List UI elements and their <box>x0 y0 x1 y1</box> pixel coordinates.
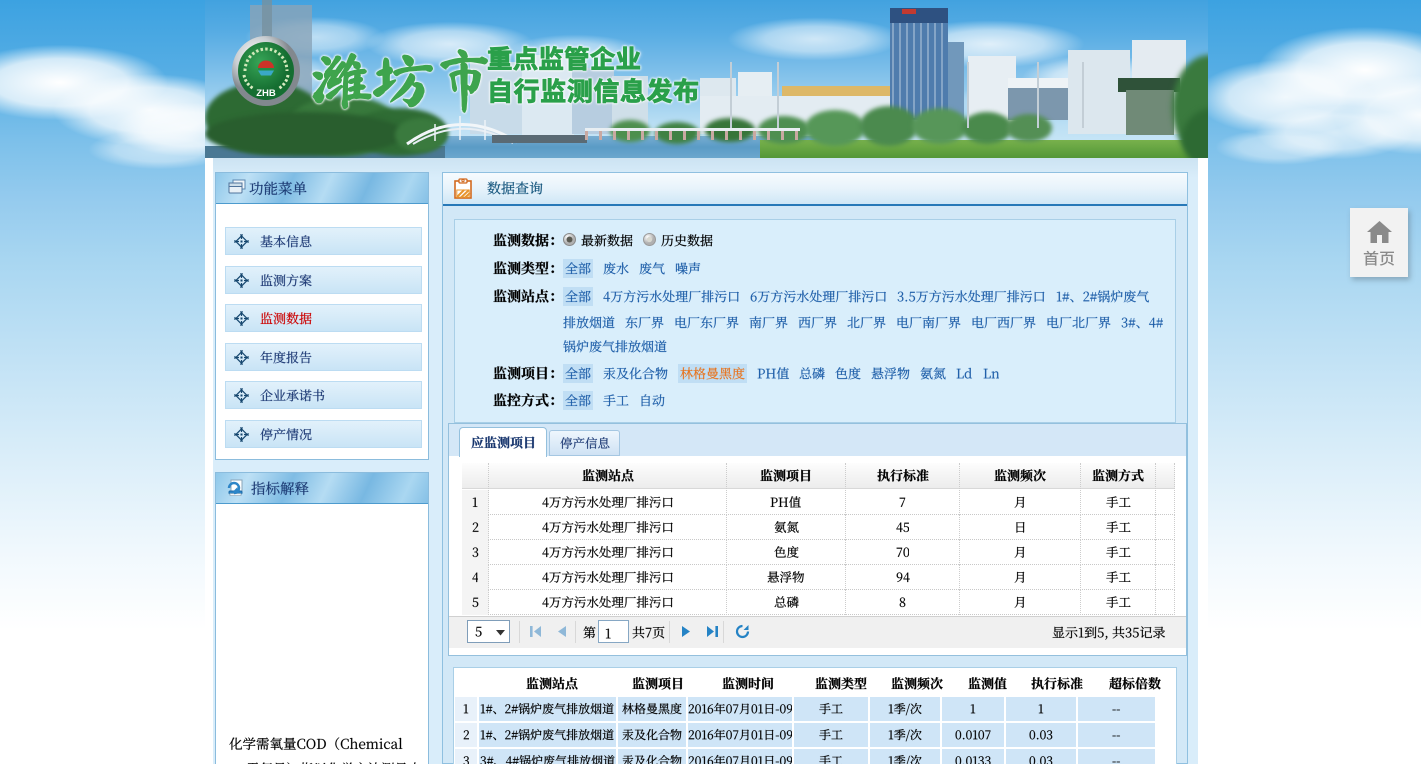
svg-text:ZHB: ZHB <box>256 88 276 99</box>
